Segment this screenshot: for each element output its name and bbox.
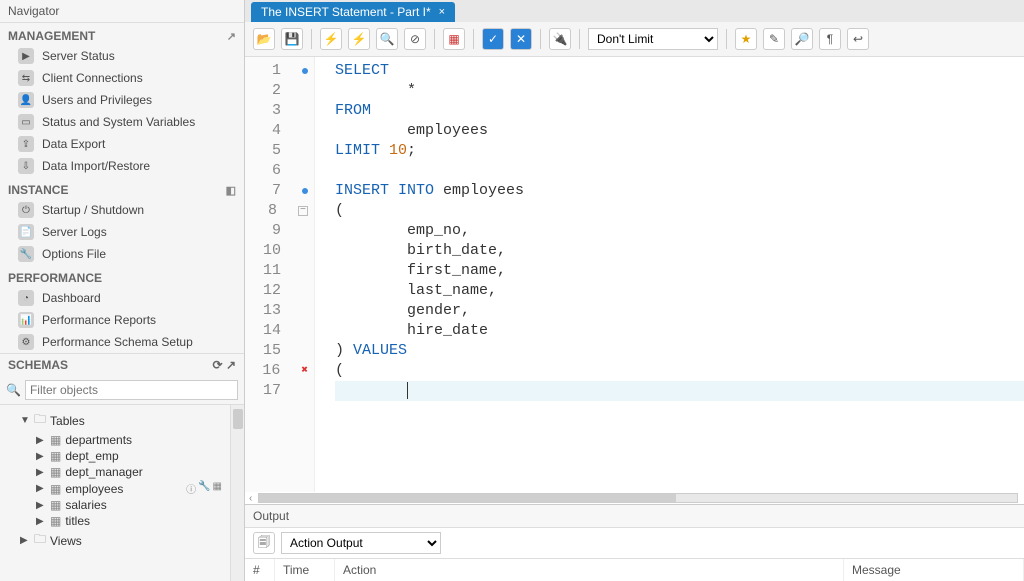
views-folder-icon: 🗀: [34, 530, 46, 551]
user-icon: 👤: [18, 92, 34, 108]
execute-button[interactable]: ⚡: [320, 28, 342, 50]
tables-folder-icon: 🗀: [34, 410, 46, 431]
favorite-button[interactable]: ★: [735, 28, 757, 50]
output-selector[interactable]: Action Output: [281, 532, 441, 554]
table-icon: ▦: [50, 465, 61, 479]
fold-marker-icon[interactable]: −: [298, 206, 308, 216]
gear-icon: ⚙: [18, 334, 34, 350]
report-icon: 📊: [18, 312, 34, 328]
col-message: Message: [844, 559, 1024, 581]
tab-title: The INSERT Statement - Part I*: [261, 5, 431, 19]
table-icon: ▦: [50, 482, 61, 496]
editor-tab[interactable]: The INSERT Statement - Part I* ×: [251, 2, 455, 22]
nav-client-connections[interactable]: ⇆Client Connections: [0, 67, 244, 89]
power-icon: ⏻: [18, 202, 34, 218]
wrench-icon: 🔧: [18, 246, 34, 262]
nav-data-export[interactable]: ⇪Data Export: [0, 133, 244, 155]
nav-performance-schema-setup[interactable]: ⚙Performance Schema Setup: [0, 331, 244, 353]
error-marker-icon: ✖: [301, 361, 308, 381]
editor-code[interactable]: SELECT *FROM employeesLIMIT 10; INSERT I…: [315, 57, 1024, 492]
tree-table-titles[interactable]: ▶▦titles: [8, 513, 240, 529]
table-icon: ▦: [50, 433, 61, 447]
output-title: Output: [245, 505, 1024, 528]
editor-tabbar: The INSERT Statement - Part I* ×: [245, 0, 1024, 22]
search-icon: 🔍: [6, 383, 21, 397]
navigator-title: Navigator: [8, 4, 59, 18]
tree-scrollbar[interactable]: [230, 405, 244, 581]
statement-marker-icon: [302, 188, 308, 194]
toggle-autocommit-button[interactable]: ▦: [443, 28, 465, 50]
schemas-header: SCHEMAS: [8, 358, 68, 372]
nav-server-logs[interactable]: 📄Server Logs: [0, 221, 244, 243]
log-icon: 📄: [18, 224, 34, 240]
nav-dashboard[interactable]: ◔Dashboard: [0, 287, 244, 309]
navigator-sidebar: Navigator MANAGEMENT ↗ ▶Server Status ⇆C…: [0, 0, 245, 581]
beautify-button[interactable]: ✎: [763, 28, 785, 50]
save-button[interactable]: 💾: [281, 28, 303, 50]
table-icon: ▦: [50, 514, 61, 528]
tree-views[interactable]: ▶🗀Views: [8, 529, 240, 552]
import-icon: ⇩: [18, 158, 34, 174]
close-icon[interactable]: ×: [439, 6, 445, 18]
wrench-small-icon[interactable]: 🔧: [198, 481, 210, 496]
info-icon[interactable]: ⓘ: [186, 481, 196, 496]
performance-header: PERFORMANCE: [8, 271, 102, 285]
expand-icon[interactable]: ↗: [227, 30, 236, 43]
rollback-button[interactable]: ✕: [510, 28, 532, 50]
sql-editor[interactable]: 1 2 3 4 5 6 7 8 −9 10 11 12 13 14 15 16 …: [245, 57, 1024, 492]
management-header: MANAGEMENT: [8, 29, 95, 43]
limit-select[interactable]: Don't Limit: [588, 28, 718, 50]
output-mode-button[interactable]: 🗐: [253, 532, 275, 554]
play-icon: ▶: [18, 48, 34, 64]
connections-icon: ⇆: [18, 70, 34, 86]
statement-marker-icon: [302, 68, 308, 74]
tree-table-dept-manager[interactable]: ▶▦dept_manager: [8, 464, 240, 480]
export-icon: ⇪: [18, 136, 34, 152]
col-index: #: [245, 559, 275, 581]
sql-toolbar: 📂 💾 ⚡ ⚡ 🔍 ⊘ ▦ ✓ ✕ 🔌 Don't Limit ★ ✎ 🔎 ¶ …: [245, 22, 1024, 57]
instance-list: ⏻Startup / Shutdown 📄Server Logs 🔧Option…: [0, 199, 244, 265]
nav-startup-shutdown[interactable]: ⏻Startup / Shutdown: [0, 199, 244, 221]
grid-icon[interactable]: ▦: [213, 481, 222, 496]
instance-config-icon[interactable]: ◧: [226, 184, 236, 197]
nav-performance-reports[interactable]: 📊Performance Reports: [0, 309, 244, 331]
reconnect-button[interactable]: 🔌: [549, 28, 571, 50]
refresh-icon[interactable]: ⟳: [213, 358, 223, 372]
nav-users-privileges[interactable]: 👤Users and Privileges: [0, 89, 244, 111]
main-area: The INSERT Statement - Part I* × 📂 💾 ⚡ ⚡…: [245, 0, 1024, 581]
table-icon: ▦: [50, 498, 61, 512]
find-button[interactable]: 🔎: [791, 28, 813, 50]
gauge-icon: ◔: [18, 290, 34, 306]
commit-button[interactable]: ✓: [482, 28, 504, 50]
management-list: ▶Server Status ⇆Client Connections 👤User…: [0, 45, 244, 177]
explain-button[interactable]: 🔍: [376, 28, 398, 50]
toggle-invisible-button[interactable]: ¶: [819, 28, 841, 50]
col-time: Time: [275, 559, 335, 581]
tree-table-dept-emp[interactable]: ▶▦dept_emp: [8, 448, 240, 464]
expand-schema-icon[interactable]: ↗: [226, 358, 236, 372]
stop-button[interactable]: ⊘: [404, 28, 426, 50]
col-action: Action: [335, 559, 844, 581]
schema-tree: ▼🗀Tables ▶▦departments ▶▦dept_emp ▶▦dept…: [0, 405, 244, 556]
nav-status-variables[interactable]: ▭Status and System Variables: [0, 111, 244, 133]
nav-server-status[interactable]: ▶Server Status: [0, 45, 244, 67]
open-file-button[interactable]: 📂: [253, 28, 275, 50]
instance-header: INSTANCE: [8, 183, 68, 197]
output-panel: Output 🗐 Action Output # Time Action Mes…: [245, 504, 1024, 581]
monitor-icon: ▭: [18, 114, 34, 130]
tree-table-departments[interactable]: ▶▦departments: [8, 432, 240, 448]
nav-options-file[interactable]: 🔧Options File: [0, 243, 244, 265]
nav-data-import[interactable]: ⇩Data Import/Restore: [0, 155, 244, 177]
table-icon: ▦: [50, 449, 61, 463]
performance-list: ◔Dashboard 📊Performance Reports ⚙Perform…: [0, 287, 244, 353]
execute-current-button[interactable]: ⚡: [348, 28, 370, 50]
tree-table-employees[interactable]: ▶▦employees ⓘ 🔧 ▦: [8, 480, 240, 497]
output-header: # Time Action Message: [245, 558, 1024, 581]
wrap-button[interactable]: ↩: [847, 28, 869, 50]
tree-tables[interactable]: ▼🗀Tables: [8, 409, 240, 432]
tree-table-salaries[interactable]: ▶▦salaries: [8, 497, 240, 513]
schema-filter-input[interactable]: [25, 380, 238, 400]
horizontal-scrollbar[interactable]: ‹: [245, 492, 1024, 504]
editor-gutter: 1 2 3 4 5 6 7 8 −9 10 11 12 13 14 15 16 …: [245, 57, 315, 492]
